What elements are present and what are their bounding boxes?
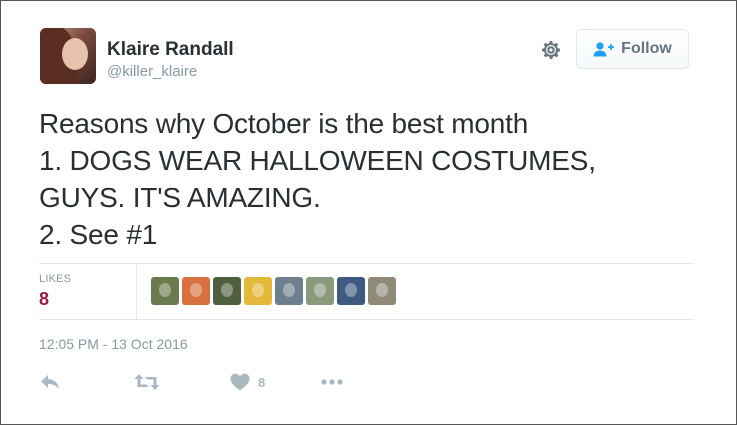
like-button[interactable]: 8 [230, 371, 265, 393]
heart-icon [230, 373, 250, 391]
liker-avatars [151, 277, 396, 305]
reply-button[interactable] [39, 371, 61, 393]
liker-avatar[interactable] [182, 277, 210, 305]
tweet-card: Klaire Randall @killer_klaire Follow Rea… [0, 0, 737, 425]
liker-avatar[interactable] [368, 277, 396, 305]
avatar[interactable] [40, 28, 96, 84]
user-name[interactable]: Klaire Randall [107, 39, 234, 61]
liker-avatar[interactable] [337, 277, 365, 305]
reply-icon [41, 375, 59, 389]
stats-separator [136, 265, 137, 319]
liker-avatar[interactable] [244, 277, 272, 305]
retweet-button[interactable] [134, 371, 160, 393]
divider [39, 263, 694, 264]
liker-avatar[interactable] [213, 277, 241, 305]
tweet-line: GUYS. IT'S AMAZING. [39, 182, 321, 213]
gear-icon[interactable] [539, 38, 563, 62]
likes-count[interactable]: 8 [39, 289, 49, 310]
retweet-icon [134, 374, 160, 390]
liker-avatar[interactable] [151, 277, 179, 305]
tweet-line: 1. DOGS WEAR HALLOWEEN COSTUMES, [39, 145, 596, 176]
follow-button[interactable]: Follow [576, 29, 689, 69]
divider [39, 319, 694, 320]
avatar-face [62, 38, 88, 70]
tweet-line: 2. See #1 [39, 219, 158, 250]
more-button[interactable] [321, 371, 343, 393]
tweet-line: Reasons why October is the best month [39, 108, 529, 139]
liker-avatar[interactable] [306, 277, 334, 305]
likes-label[interactable]: LIKES [39, 273, 71, 285]
liker-avatar[interactable] [275, 277, 303, 305]
user-handle[interactable]: @killer_klaire [107, 63, 197, 80]
follow-label: Follow [621, 40, 672, 57]
tweet-text: Reasons why October is the best month 1.… [39, 105, 699, 253]
like-count: 8 [258, 374, 266, 390]
more-icon [321, 379, 343, 385]
timestamp[interactable]: 12:05 PM - 13 Oct 2016 [39, 336, 188, 352]
follow-icon [593, 42, 615, 57]
